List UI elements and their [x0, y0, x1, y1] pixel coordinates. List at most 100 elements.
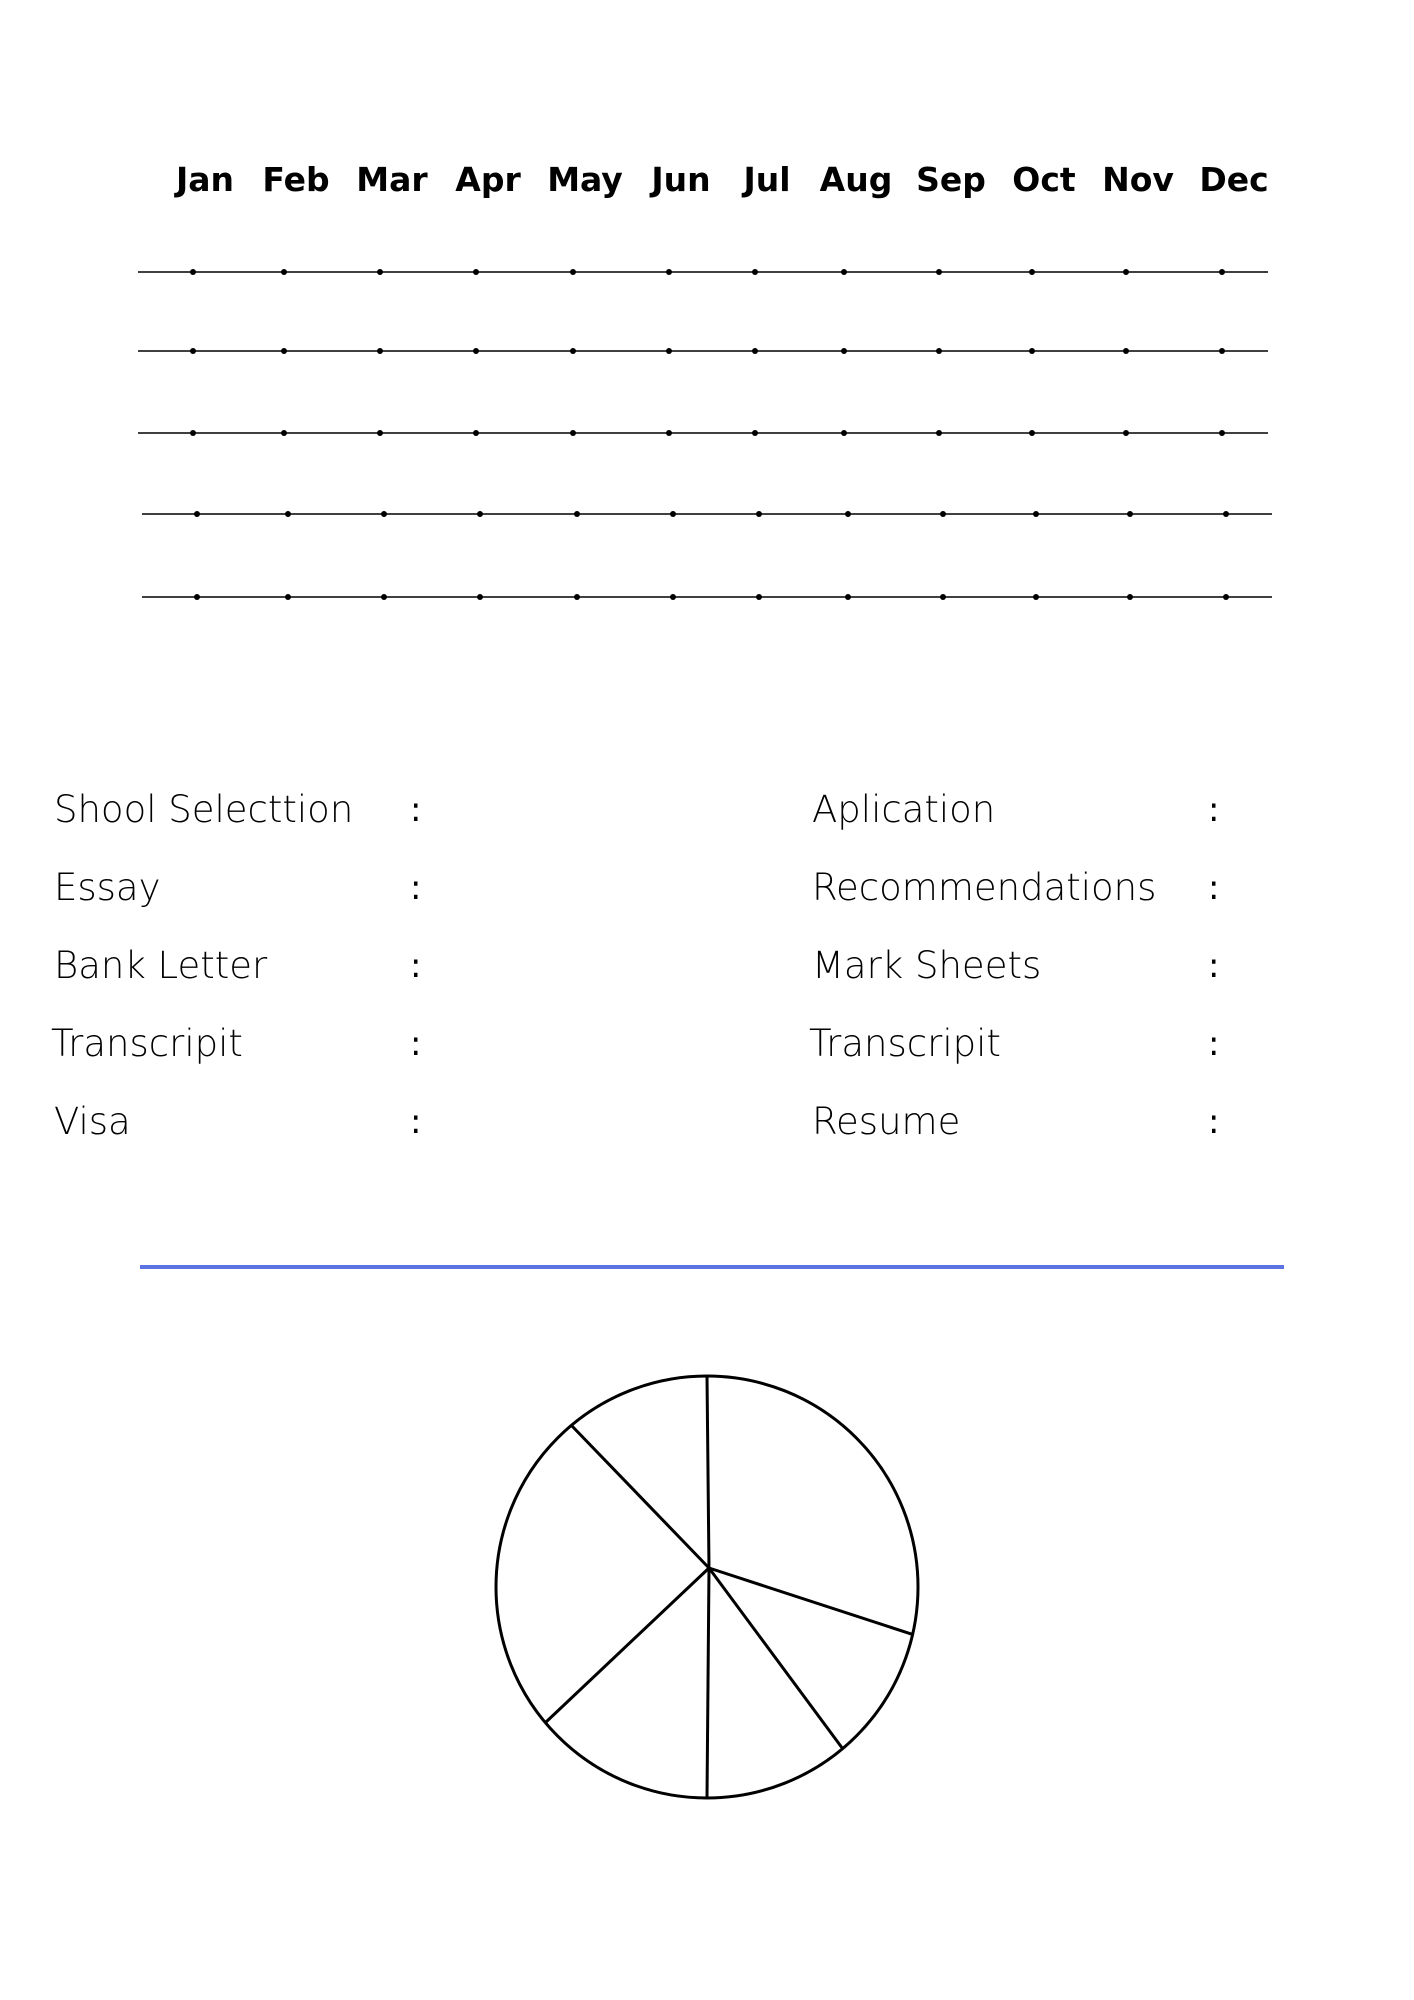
month-label-apr: Apr	[455, 160, 521, 199]
timeline-dot	[194, 594, 200, 600]
checklist-fields: Shool Selecttion : Essay : Bank Letter :…	[0, 780, 1414, 1160]
field-label-bank-letter: Bank Letter	[54, 944, 268, 987]
pie-outline	[494, 1374, 920, 1800]
pie-slice-divider	[544, 1566, 711, 1724]
timeline-dot	[1219, 269, 1225, 275]
timeline-dot	[670, 511, 676, 517]
pie-slice-divider	[705, 1375, 711, 1569]
timeline-dot	[281, 348, 287, 354]
month-label-nov: Nov	[1102, 160, 1174, 199]
month-label-aug: Aug	[819, 160, 893, 199]
timeline-dot	[570, 269, 576, 275]
field-separator: :	[410, 790, 422, 830]
timeline-dot	[285, 594, 291, 600]
pie-slice-divider	[705, 1567, 711, 1799]
timeline-dot	[1127, 594, 1133, 600]
timeline-dot	[841, 348, 847, 354]
timeline-dot	[1033, 511, 1039, 517]
timeline-dot	[756, 511, 762, 517]
timeline-dot	[574, 511, 580, 517]
timeline-dot	[1029, 430, 1035, 436]
timeline-dot	[1123, 269, 1129, 275]
field-separator: :	[410, 868, 422, 908]
timeline-dot	[381, 511, 387, 517]
timeline-dot	[1219, 430, 1225, 436]
timeline-dot	[194, 511, 200, 517]
field-label-mark-sheets: Mark Sheets	[812, 944, 1042, 987]
field-label-essay: Essay	[54, 866, 161, 909]
timeline-dot	[570, 430, 576, 436]
month-label-dec: Dec	[1199, 160, 1269, 199]
field-separator: :	[1208, 1024, 1220, 1064]
month-label-jan: Jan	[175, 160, 235, 199]
timeline-dot	[190, 430, 196, 436]
timeline-dot	[381, 594, 387, 600]
timeline-dot	[940, 511, 946, 517]
month-label-may: May	[547, 160, 623, 199]
field-label-visa: Visa	[54, 1100, 131, 1143]
pie-slice-divider	[708, 1566, 914, 1636]
field-label-school-selection: Shool Selecttion	[54, 788, 354, 831]
pie-slice-divider	[570, 1424, 711, 1570]
month-label-jun: Jun	[651, 160, 711, 199]
timeline-dot	[473, 348, 479, 354]
timeline-dot	[666, 269, 672, 275]
timeline-dot	[940, 594, 946, 600]
timeline-dot	[477, 594, 483, 600]
timeline-dot	[752, 269, 758, 275]
timeline-dot	[477, 511, 483, 517]
timeline-dot	[670, 594, 676, 600]
timeline-dot	[1029, 269, 1035, 275]
timeline-dot	[281, 430, 287, 436]
timeline-dot	[1123, 348, 1129, 354]
field-separator: :	[1208, 790, 1220, 830]
month-label-oct: Oct	[1012, 160, 1076, 199]
timeline-dot	[841, 269, 847, 275]
timeline-dot	[1029, 348, 1035, 354]
timeline-dot	[377, 269, 383, 275]
field-label-application: Aplication	[812, 788, 996, 831]
timeline-dot	[377, 430, 383, 436]
field-label-transcript: Transcripit	[51, 1022, 243, 1065]
timeline-grid	[138, 269, 1272, 600]
timeline-dot	[285, 511, 291, 517]
timeline-dot	[473, 269, 479, 275]
timeline-dot	[936, 430, 942, 436]
timeline-dot	[281, 269, 287, 275]
timeline-dot	[1123, 430, 1129, 436]
month-label-feb: Feb	[262, 160, 330, 199]
timeline-dot	[190, 348, 196, 354]
timeline-dot	[666, 430, 672, 436]
timeline-dot	[666, 348, 672, 354]
field-label-transcript-2: Transcripit	[809, 1022, 1001, 1065]
timeline-dot	[570, 348, 576, 354]
field-separator: :	[410, 946, 422, 986]
timeline-dot	[473, 430, 479, 436]
timeline-dot	[756, 594, 762, 600]
timeline-dot	[1033, 594, 1039, 600]
month-header: Jan Feb Mar Apr May Jun Jul Aug Sep Oct …	[0, 160, 1414, 210]
timeline-dot	[936, 348, 942, 354]
field-separator: :	[1208, 946, 1220, 986]
timeline-dot	[752, 348, 758, 354]
month-label-jul: Jul	[743, 160, 791, 199]
field-separator: :	[1208, 1102, 1220, 1142]
month-label-sep: Sep	[916, 160, 986, 199]
timeline-dot	[1223, 594, 1229, 600]
field-separator: :	[1208, 868, 1220, 908]
timeline-dot	[190, 269, 196, 275]
month-label-mar: Mar	[356, 160, 428, 199]
field-label-resume: Resume	[812, 1100, 961, 1143]
field-separator: :	[410, 1102, 422, 1142]
timeline-dot	[1219, 348, 1225, 354]
timeline-dot	[1223, 511, 1229, 517]
field-separator: :	[410, 1024, 422, 1064]
timeline-dot	[574, 594, 580, 600]
timeline-dot	[936, 269, 942, 275]
timeline-dot	[845, 511, 851, 517]
timeline-dot	[752, 430, 758, 436]
timeline-dot	[841, 430, 847, 436]
timeline-dot	[845, 594, 851, 600]
pie-slice-divider	[707, 1567, 844, 1750]
timeline-dot	[1127, 511, 1133, 517]
